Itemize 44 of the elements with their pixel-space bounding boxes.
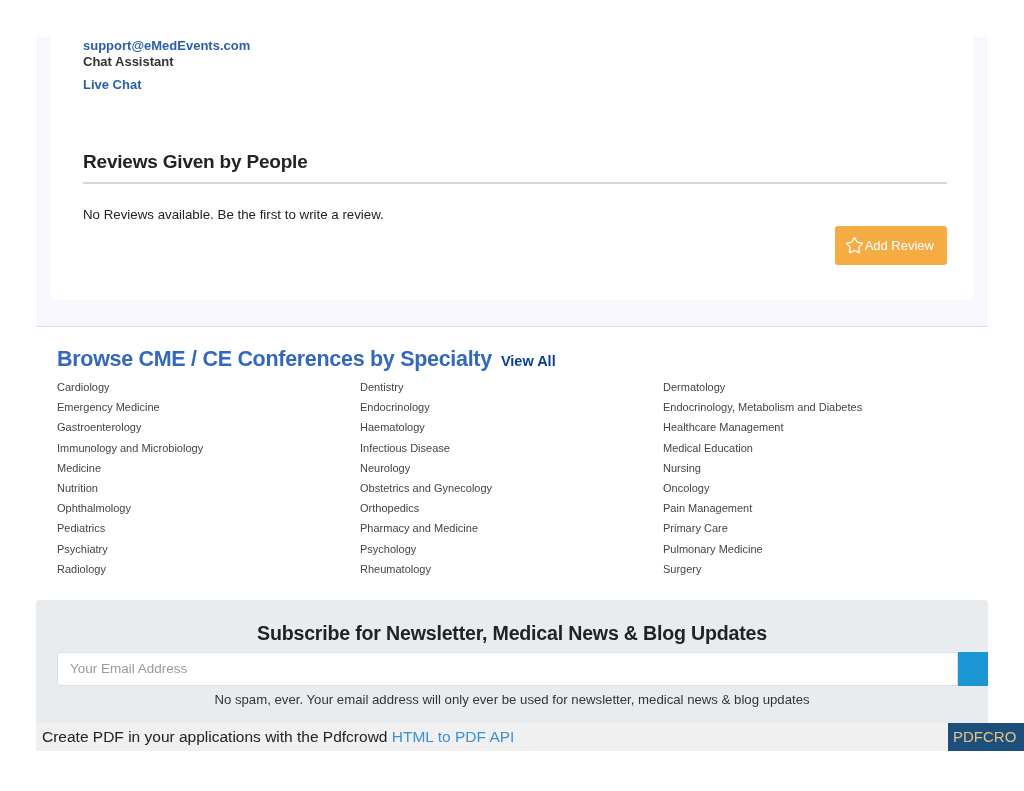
- specialty-link[interactable]: Pediatrics: [57, 521, 106, 536]
- subscribe-heading: Subscribe for Newsletter, Medical News & Blog Updates: [257, 620, 767, 645]
- specialty-link[interactable]: Obstetrics and Gynecology: [360, 481, 493, 496]
- specialty-link[interactable]: Psychology: [360, 541, 417, 556]
- specialty-link[interactable]: Radiology: [57, 561, 106, 576]
- specialty-link[interactable]: Pharmacy and Medicine: [360, 521, 478, 536]
- specialty-heading: Browse CME / CE Conferences by Specialty: [57, 346, 492, 373]
- specialty-link[interactable]: Orthopedics: [360, 501, 420, 516]
- banner-text: Create PDF in your applications with the Pdfcrowd HTML to PDF API: [42, 727, 515, 746]
- pdfcrowd-logo: PDFCRO: [948, 722, 1024, 751]
- specialty-link[interactable]: Haematology: [360, 420, 425, 435]
- specialty-link[interactable]: Nutrition: [57, 481, 98, 496]
- specialty-link[interactable]: Ophthalmology: [57, 501, 131, 516]
- specialty-link[interactable]: Surgery: [663, 561, 702, 576]
- specialty-link[interactable]: Medicine: [57, 460, 102, 475]
- specialty-link[interactable]: Gastroenterology: [57, 420, 142, 435]
- view-all-link[interactable]: View All: [500, 353, 556, 369]
- specialty-link[interactable]: Psychiatry: [57, 541, 108, 556]
- specialty-link[interactable]: Endocrinology: [360, 400, 430, 415]
- specialty-link[interactable]: Pulmonary Medicine: [663, 541, 763, 556]
- chat-assistant-label: Chat Assistant: [83, 54, 174, 70]
- specialty-link[interactable]: Emergency Medicine: [57, 400, 160, 415]
- specialty-link[interactable]: Medical Education: [663, 440, 753, 455]
- specialty-link[interactable]: Healthcare Management: [663, 420, 784, 435]
- subscribe-button[interactable]: [958, 651, 988, 686]
- specialty-link[interactable]: Neurology: [360, 460, 411, 475]
- specialty-link[interactable]: Cardiology: [57, 380, 110, 395]
- specialty-link[interactable]: Oncology: [663, 481, 710, 496]
- specialty-link[interactable]: Endocrinology, Metabolism and Diabetes: [663, 400, 863, 415]
- newsletter-note: No spam, ever. Your email address will only ever be used for newsletter, medical news & blog updates: [214, 691, 810, 708]
- reviews-heading: Reviews Given by People: [83, 150, 947, 184]
- specialty-link[interactable]: Pain Management: [663, 501, 753, 516]
- specialty-link[interactable]: Infectious Disease: [360, 440, 450, 455]
- specialty-link[interactable]: Dentistry: [360, 380, 404, 395]
- specialty-link[interactable]: Nursing: [663, 460, 701, 475]
- specialty-link[interactable]: Rheumatology: [360, 561, 431, 576]
- live-chat-link[interactable]: Live Chat: [83, 77, 142, 93]
- support-email-link[interactable]: support@eMedEvents.com: [83, 38, 251, 54]
- email-input-field[interactable]: Your Email Address: [57, 651, 958, 686]
- star-icon: [844, 236, 864, 255]
- no-reviews-message: No Reviews available. Be the first to write a review.: [83, 206, 384, 224]
- specialty-link[interactable]: Immunology and Microbiology: [57, 440, 204, 455]
- specialty-link[interactable]: Primary Care: [663, 521, 728, 536]
- specialty-link[interactable]: Dermatology: [663, 380, 726, 395]
